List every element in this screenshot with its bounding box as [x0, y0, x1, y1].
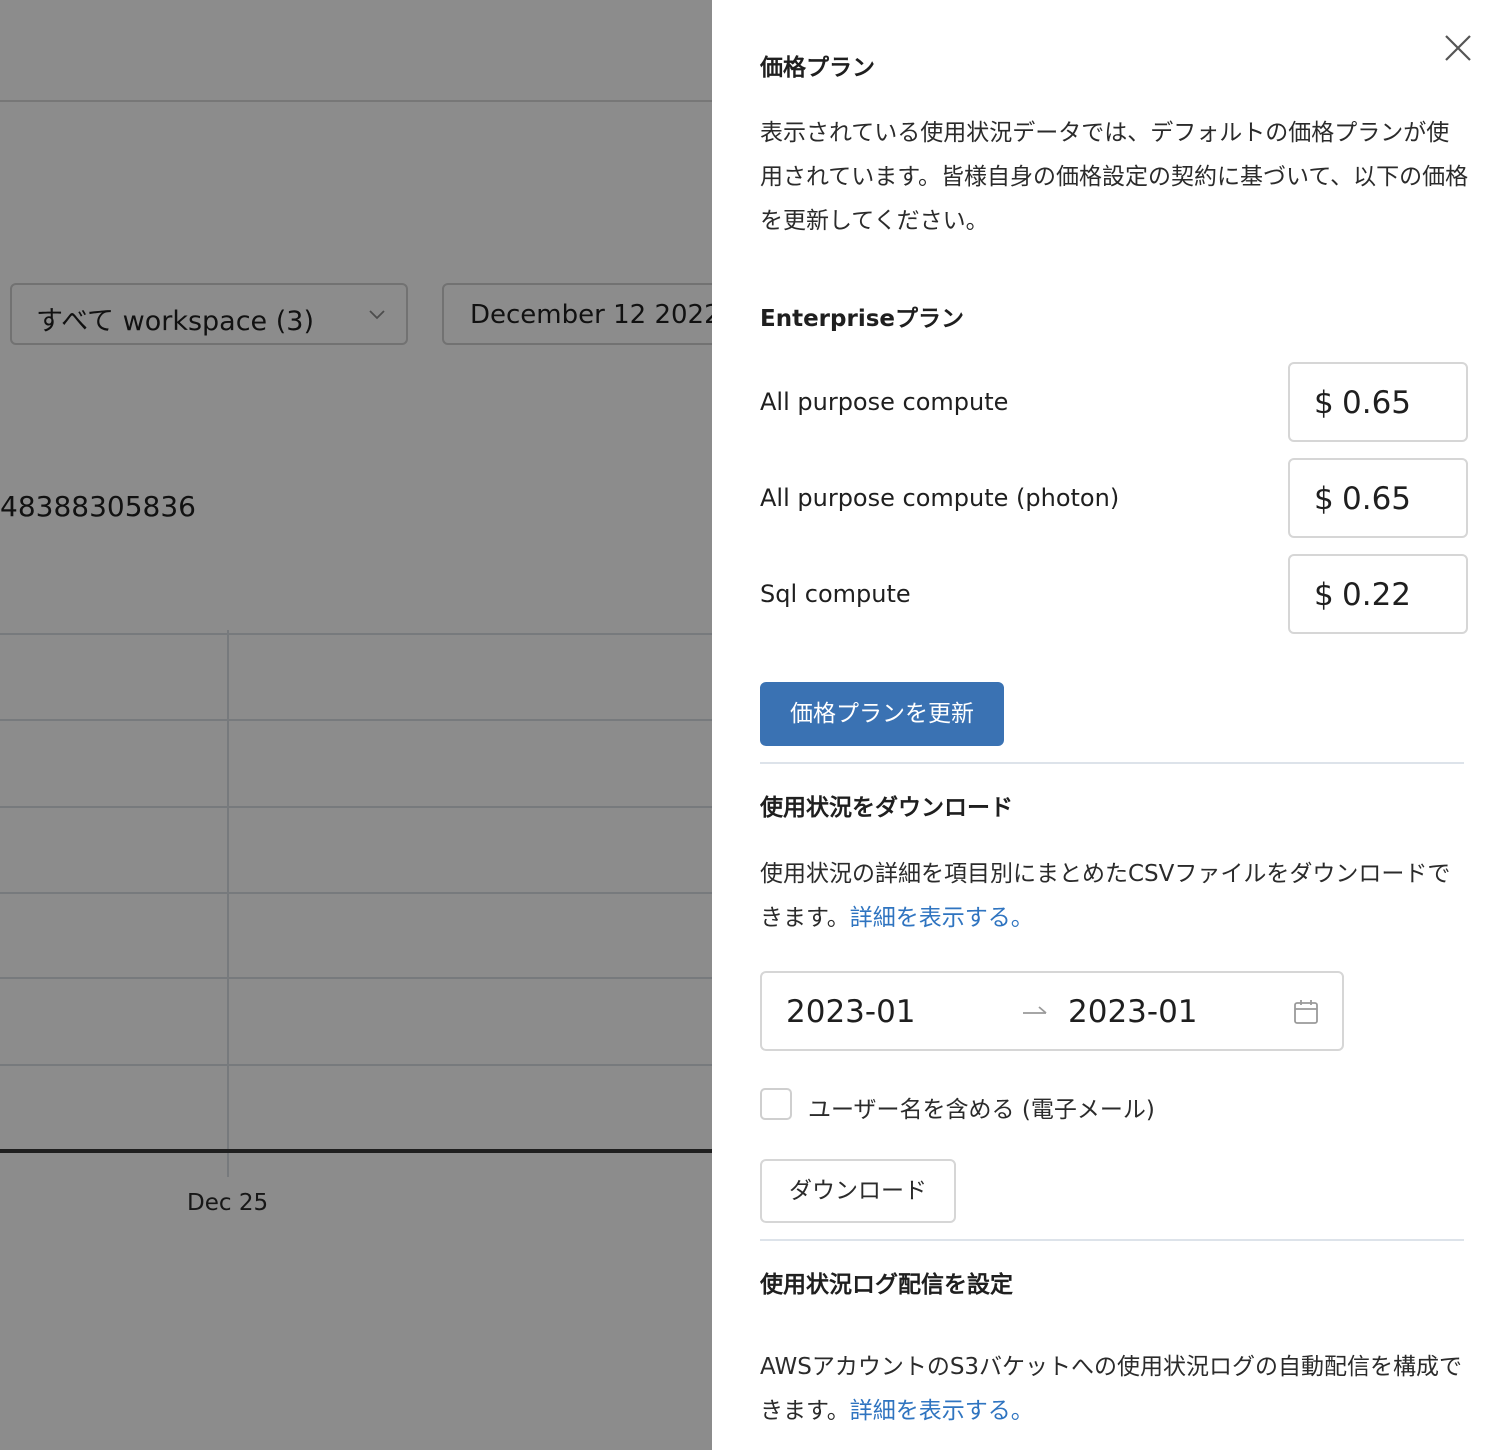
- price-input-all-purpose[interactable]: $ 0.65: [1288, 362, 1468, 442]
- settings-drawer: 価格プラン 表示されている使用状況データでは、デフォルトの価格プランが使用されて…: [712, 0, 1502, 1450]
- download-learn-more-link[interactable]: 詳細を表示する。: [850, 905, 1034, 931]
- price-input-sql-compute[interactable]: $ 0.22: [1288, 554, 1468, 634]
- range-end[interactable]: 2023-01: [1068, 994, 1198, 1030]
- download-title: 使用状況をダウンロード: [760, 795, 1013, 821]
- price-input-all-purpose-photon[interactable]: $ 0.65: [1288, 458, 1468, 538]
- section-divider: [760, 1239, 1464, 1241]
- download-description-block: 使用状況の詳細を項目別にまとめたCSVファイルをダウンロードできます。詳細を表示…: [760, 852, 1470, 940]
- include-username-label[interactable]: ユーザー名を含める (電子メール): [808, 1090, 1155, 1124]
- calendar-icon: [1294, 1000, 1318, 1024]
- pricing-title: 価格プラン: [760, 55, 875, 81]
- price-label-all-purpose-photon: All purpose compute (photon): [760, 484, 1120, 512]
- price-value: 0.22: [1342, 577, 1412, 613]
- download-button[interactable]: ダウンロード: [760, 1159, 956, 1223]
- log-delivery-learn-more-link[interactable]: 詳細を表示する。: [850, 1398, 1034, 1424]
- month-range-picker[interactable]: 2023-01 2023-01: [760, 971, 1344, 1051]
- plan-name: Enterpriseプラン: [760, 306, 965, 332]
- log-delivery-description-block: AWSアカウントのS3バケットへの使用状況ログの自動配信を構成できます。詳細を表…: [760, 1345, 1470, 1433]
- price-value: 0.65: [1342, 481, 1412, 517]
- currency-symbol: $: [1314, 385, 1334, 421]
- currency-symbol: $: [1314, 481, 1334, 517]
- include-username-checkbox[interactable]: [760, 1088, 792, 1120]
- range-start[interactable]: 2023-01: [786, 994, 916, 1030]
- currency-symbol: $: [1314, 577, 1334, 613]
- update-pricing-button[interactable]: 価格プランを更新: [760, 682, 1004, 746]
- pricing-description: 表示されている使用状況データでは、デフォルトの価格プランが使用されています。皆様…: [760, 120, 1469, 234]
- price-label-all-purpose: All purpose compute: [760, 388, 1009, 416]
- arrow-right-icon: [1023, 1006, 1047, 1014]
- section-divider: [760, 762, 1464, 764]
- log-delivery-title: 使用状況ログ配信を設定: [760, 1272, 1013, 1298]
- close-icon[interactable]: [1440, 30, 1476, 66]
- modal-overlay[interactable]: [0, 0, 712, 1450]
- price-label-sql-compute: Sql compute: [760, 580, 911, 608]
- price-value: 0.65: [1342, 385, 1412, 421]
